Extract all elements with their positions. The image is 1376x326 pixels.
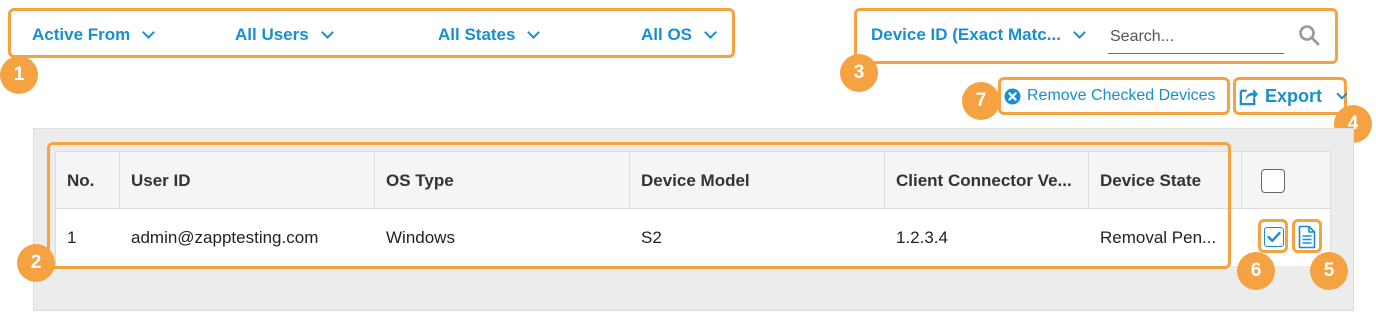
filter-active-from-label: Active From: [32, 25, 131, 44]
document-icon[interactable]: [1298, 225, 1316, 249]
filter-states-label: All States: [438, 25, 516, 44]
export-button[interactable]: Export: [1238, 84, 1348, 108]
export-icon: [1239, 88, 1259, 105]
row-checkbox[interactable]: [1264, 227, 1284, 247]
filter-active-from[interactable]: Active From: [32, 22, 156, 48]
remove-checked-devices-button[interactable]: Remove Checked Devices: [1004, 86, 1216, 106]
chevron-down-icon: [1336, 87, 1348, 100]
filter-states[interactable]: All States: [438, 22, 541, 48]
chevron-down-icon: [320, 26, 334, 39]
callout-7: 7: [962, 82, 1000, 120]
checkmark-icon: [1267, 231, 1281, 242]
chevron-down-icon: [704, 26, 717, 39]
table-highlight: [47, 142, 1231, 269]
export-label: Export: [1265, 85, 1323, 106]
remove-checked-devices-label: Remove Checked Devices: [1027, 87, 1216, 104]
callout-3: 3: [840, 54, 878, 92]
callout-5: 5: [1310, 252, 1348, 290]
search-icon[interactable]: [1297, 23, 1321, 47]
search-type-label: Device ID (Exact Matc...: [871, 25, 1061, 44]
callout-6: 6: [1237, 252, 1275, 290]
callout-1: 1: [0, 56, 38, 94]
filter-os[interactable]: All OS: [641, 22, 717, 48]
search-input[interactable]: [1108, 20, 1284, 54]
chevron-down-icon: [1073, 26, 1086, 39]
filter-users[interactable]: All Users: [235, 22, 334, 48]
column-header-select: [1242, 152, 1332, 209]
select-all-checkbox[interactable]: [1261, 168, 1285, 193]
filter-os-label: All OS: [641, 25, 693, 44]
search-type-dropdown[interactable]: Device ID (Exact Matc...: [871, 22, 1086, 48]
filter-users-label: All Users: [235, 25, 309, 44]
chevron-down-icon: [527, 26, 541, 39]
callout-2: 2: [17, 244, 55, 282]
remove-circle-icon: [1004, 87, 1021, 105]
chevron-down-icon: [142, 26, 156, 39]
